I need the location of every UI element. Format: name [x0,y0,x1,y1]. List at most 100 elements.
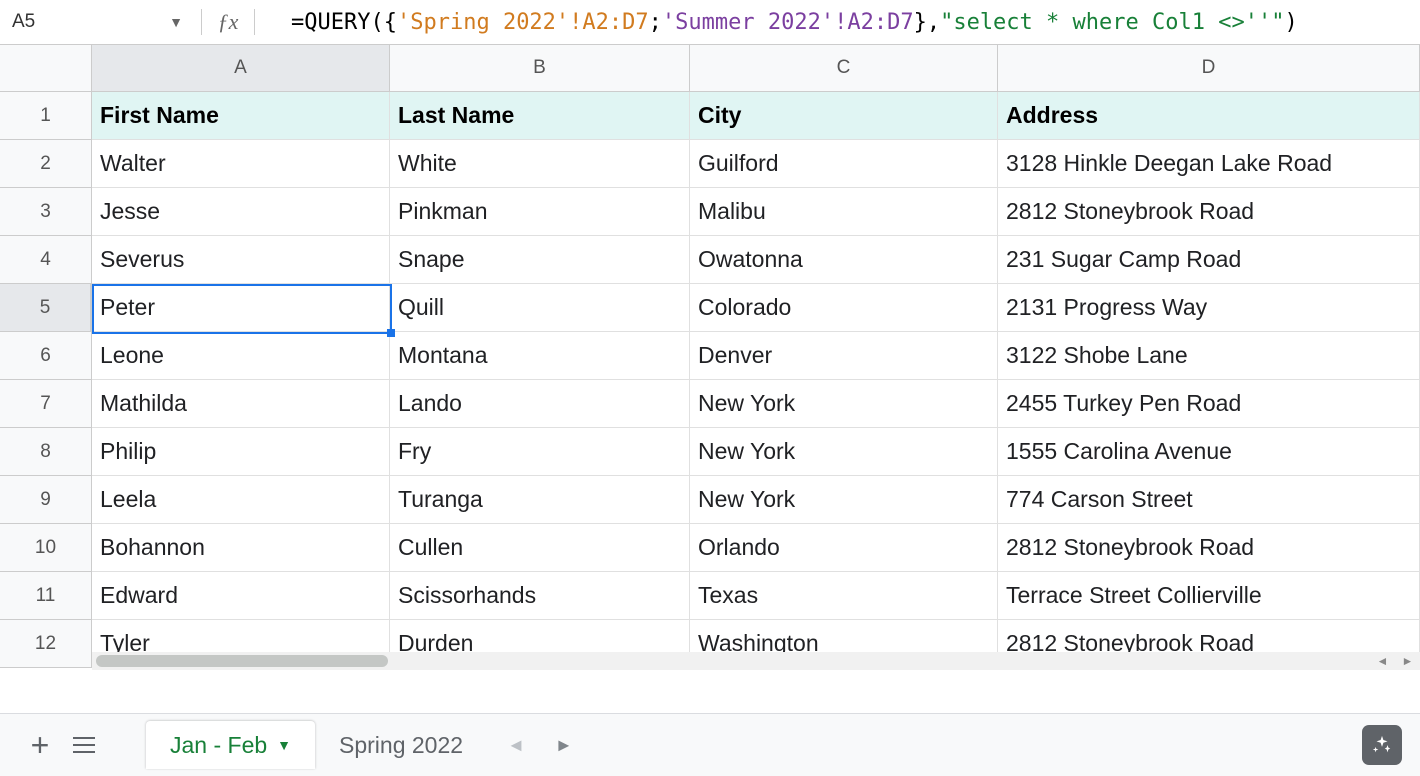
cell-C9[interactable]: New York [690,476,998,523]
cell-A4[interactable]: Severus [92,236,390,283]
table-row: Peter Quill Colorado 2131 Progress Way [92,284,1420,332]
column-header-A[interactable]: A [92,45,390,91]
cell-A11[interactable]: Edward [92,572,390,619]
cell-C8[interactable]: New York [690,428,998,475]
nav-prev-icon[interactable]: ◄ [507,735,525,756]
table-row: Leone Montana Denver 3122 Shobe Lane [92,332,1420,380]
row-header-12[interactable]: 12 [0,620,91,668]
nav-next-icon[interactable]: ► [555,735,573,756]
cell-B7[interactable]: Lando [390,380,690,427]
cell-D6[interactable]: 3122 Shobe Lane [998,332,1420,379]
cell-C7[interactable]: New York [690,380,998,427]
name-box[interactable]: A5 ▼ [0,0,195,44]
cell-D11[interactable]: Terrace Street Collierville [998,572,1420,619]
cell-A2[interactable]: Walter [92,140,390,187]
divider [201,9,202,35]
cell-B3[interactable]: Pinkman [390,188,690,235]
sheet-tab-jan-feb[interactable]: Jan - Feb ▼ [146,721,315,769]
cell-C6[interactable]: Denver [690,332,998,379]
formula-part: }, [914,10,941,35]
column-header-D[interactable]: D [998,45,1420,91]
cell-B6[interactable]: Montana [390,332,690,379]
cell-A5[interactable]: Peter [92,284,390,331]
all-sheets-button[interactable] [62,723,106,767]
table-row: First Name Last Name City Address [92,92,1420,140]
cells: First Name Last Name City Address Walter… [92,92,1420,668]
row-header-6[interactable]: 6 [0,332,91,380]
formula-bar: A5 ▼ ƒx =QUERY({'Spring 2022'!A2:D7;'Sum… [0,0,1420,45]
divider [254,9,255,35]
cell-A9[interactable]: Leela [92,476,390,523]
row-header-7[interactable]: 7 [0,380,91,428]
row-header-2[interactable]: 2 [0,140,91,188]
cell-A6[interactable]: Leone [92,332,390,379]
cell-D9[interactable]: 774 Carson Street [998,476,1420,523]
table-row: Mathilda Lando New York 2455 Turkey Pen … [92,380,1420,428]
cell-D8[interactable]: 1555 Carolina Avenue [998,428,1420,475]
menu-icon [73,737,95,753]
cell-A8[interactable]: Philip [92,428,390,475]
table-row: Philip Fry New York 1555 Carolina Avenue [92,428,1420,476]
cell-C5[interactable]: Colorado [690,284,998,331]
cell-D5[interactable]: 2131 Progress Way [998,284,1420,331]
table-row: Edward Scissorhands Texas Terrace Street… [92,572,1420,620]
row-header-1[interactable]: 1 [0,92,91,140]
cell-D4[interactable]: 231 Sugar Camp Road [998,236,1420,283]
column-header-C[interactable]: C [690,45,998,91]
cell-C3[interactable]: Malibu [690,188,998,235]
scroll-left-icon[interactable]: ◄ [1377,654,1389,668]
table-row: Leela Turanga New York 774 Carson Street [92,476,1420,524]
cell-A10[interactable]: Bohannon [92,524,390,571]
cell-D2[interactable]: 3128 Hinkle Deegan Lake Road [998,140,1420,187]
cell-D7[interactable]: 2455 Turkey Pen Road [998,380,1420,427]
formula-part: ; [649,10,662,35]
cell-B1[interactable]: Last Name [390,92,690,139]
cell-A7[interactable]: Mathilda [92,380,390,427]
formula-part: ({ [370,10,397,35]
cell-C10[interactable]: Orlando [690,524,998,571]
cell-B8[interactable]: Fry [390,428,690,475]
sheet-nav: ◄ ► [507,735,573,756]
row-header-4[interactable]: 4 [0,236,91,284]
cell-B11[interactable]: Scissorhands [390,572,690,619]
row-header-9[interactable]: 9 [0,476,91,524]
cell-C2[interactable]: Guilford [690,140,998,187]
scroll-right-icon[interactable]: ► [1402,654,1414,668]
row-header-3[interactable]: 3 [0,188,91,236]
chevron-down-icon[interactable]: ▼ [169,14,183,30]
cell-B10[interactable]: Cullen [390,524,690,571]
select-all-corner[interactable] [0,45,92,92]
explore-button[interactable] [1362,725,1402,765]
cell-B2[interactable]: White [390,140,690,187]
row-header-10[interactable]: 10 [0,524,91,572]
sheet-tab-spring-2022[interactable]: Spring 2022 [315,721,487,769]
row-header-8[interactable]: 8 [0,428,91,476]
add-sheet-button[interactable]: + [18,723,62,767]
cell-D3[interactable]: 2812 Stoneybrook Road [998,188,1420,235]
horizontal-scrollbar[interactable] [92,652,1370,670]
cell-B5[interactable]: Quill [390,284,690,331]
cell-B9[interactable]: Turanga [390,476,690,523]
table-row: Bohannon Cullen Orlando 2812 Stoneybrook… [92,524,1420,572]
cell-C11[interactable]: Texas [690,572,998,619]
cell-C4[interactable]: Owatonna [690,236,998,283]
spreadsheet-grid: A B C D 1 2 3 4 5 6 7 8 9 10 11 12 First… [0,45,1420,670]
sheet-tab-bar: + Jan - Feb ▼ Spring 2022 ◄ ► [0,713,1420,776]
row-header-11[interactable]: 11 [0,572,91,620]
cell-A3[interactable]: Jesse [92,188,390,235]
row-header-5[interactable]: 5 [0,284,91,332]
sheet-tab-label: Spring 2022 [339,732,463,759]
name-box-value: A5 [12,11,169,33]
cell-C1[interactable]: City [690,92,998,139]
formula-part: 'Spring 2022'!A2:D7 [397,10,649,35]
column-header-B[interactable]: B [390,45,690,91]
scrollbar-thumb[interactable] [96,655,388,667]
formula-part: QUERY [304,10,370,35]
cell-B4[interactable]: Snape [390,236,690,283]
scrollbar-arrows: ◄ ► [1370,652,1420,670]
cell-D1[interactable]: Address [998,92,1420,139]
formula-input[interactable]: =QUERY({'Spring 2022'!A2:D7;'Summer 2022… [261,10,1420,35]
cell-D10[interactable]: 2812 Stoneybrook Road [998,524,1420,571]
cell-A1[interactable]: First Name [92,92,390,139]
chevron-down-icon[interactable]: ▼ [277,737,291,753]
